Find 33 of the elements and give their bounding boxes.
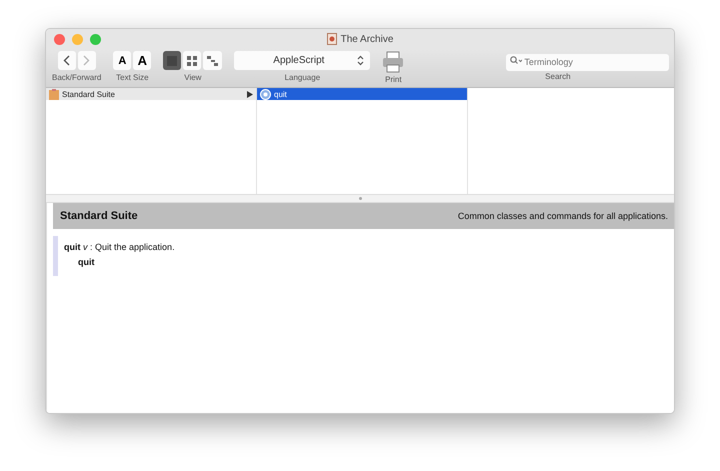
print-button[interactable]	[382, 51, 404, 72]
toolbar-label: Language	[284, 73, 320, 82]
suite-title: Standard Suite	[60, 210, 138, 222]
toolbar-label: Text Size	[116, 73, 149, 82]
view-button[interactable]	[183, 51, 202, 70]
suite-description: Common classes and commands for all applications.	[458, 211, 668, 221]
chevron-right-icon	[83, 55, 90, 66]
close-button[interactable]	[54, 34, 65, 45]
toolbar-label: Print	[385, 75, 402, 84]
grid-view-icon	[187, 56, 198, 66]
chevron-left-icon	[63, 55, 70, 66]
printer-icon	[382, 50, 404, 72]
toolbar-label: Back/Forward	[52, 73, 102, 82]
language-popup[interactable]: AppleScript	[234, 51, 370, 70]
browser-row[interactable]: quit	[257, 88, 467, 100]
view-button[interactable]	[163, 51, 182, 70]
document-icon	[326, 33, 337, 45]
command-definition: quit v : Quit the application.	[64, 242, 176, 252]
toolbar-label: Search	[545, 72, 571, 81]
toolbar-label: View	[184, 73, 202, 82]
back-button[interactable]	[58, 51, 76, 70]
split-handle[interactable]	[358, 197, 362, 200]
text-size-button[interactable]: A	[133, 51, 152, 70]
suitcase-icon	[49, 88, 59, 100]
text-size-button[interactable]: A	[113, 51, 132, 70]
command-syntax: quit	[78, 257, 96, 267]
browser-row[interactable]: Standard Suite	[46, 88, 256, 100]
view-button[interactable]	[203, 51, 222, 70]
window-title: The Archive	[340, 34, 394, 44]
stepper-icon	[357, 55, 364, 66]
hierarchy-icon	[207, 56, 218, 66]
search-field[interactable]: Terminology	[506, 54, 670, 70]
zoom-button[interactable]	[90, 34, 101, 45]
